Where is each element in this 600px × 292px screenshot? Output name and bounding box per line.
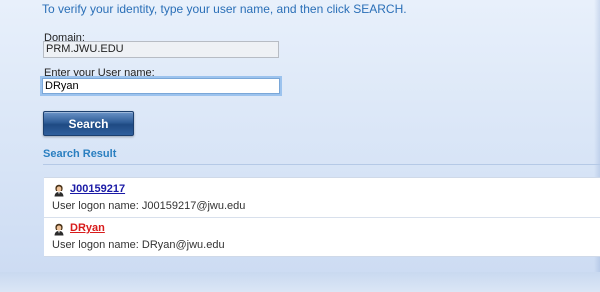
result-link-j00159217[interactable]: J00159217 xyxy=(70,183,125,195)
result-item: DRyan User logon name: DRyan@jwu.edu xyxy=(44,217,600,256)
username-input[interactable] xyxy=(42,78,280,94)
result-item: J00159217 User logon name: J00159217@jwu… xyxy=(44,178,600,218)
logon-name: User logon name: J00159217@jwu.edu xyxy=(52,200,246,212)
divider xyxy=(43,164,600,165)
search-results-list: J00159217 User logon name: J00159217@jwu… xyxy=(44,177,600,257)
logon-name: User logon name: DRyan@jwu.edu xyxy=(52,239,225,251)
instruction-text: To verify your identity, type your user … xyxy=(42,2,407,16)
domain-field: PRM.JWU.EDU xyxy=(43,41,279,58)
result-link-dryan[interactable]: DRyan xyxy=(70,222,105,234)
footer-strip xyxy=(0,272,600,292)
search-button[interactable]: Search xyxy=(43,111,134,136)
user-icon xyxy=(53,223,65,236)
user-icon xyxy=(53,184,65,197)
search-result-heading: Search Result xyxy=(43,148,117,160)
